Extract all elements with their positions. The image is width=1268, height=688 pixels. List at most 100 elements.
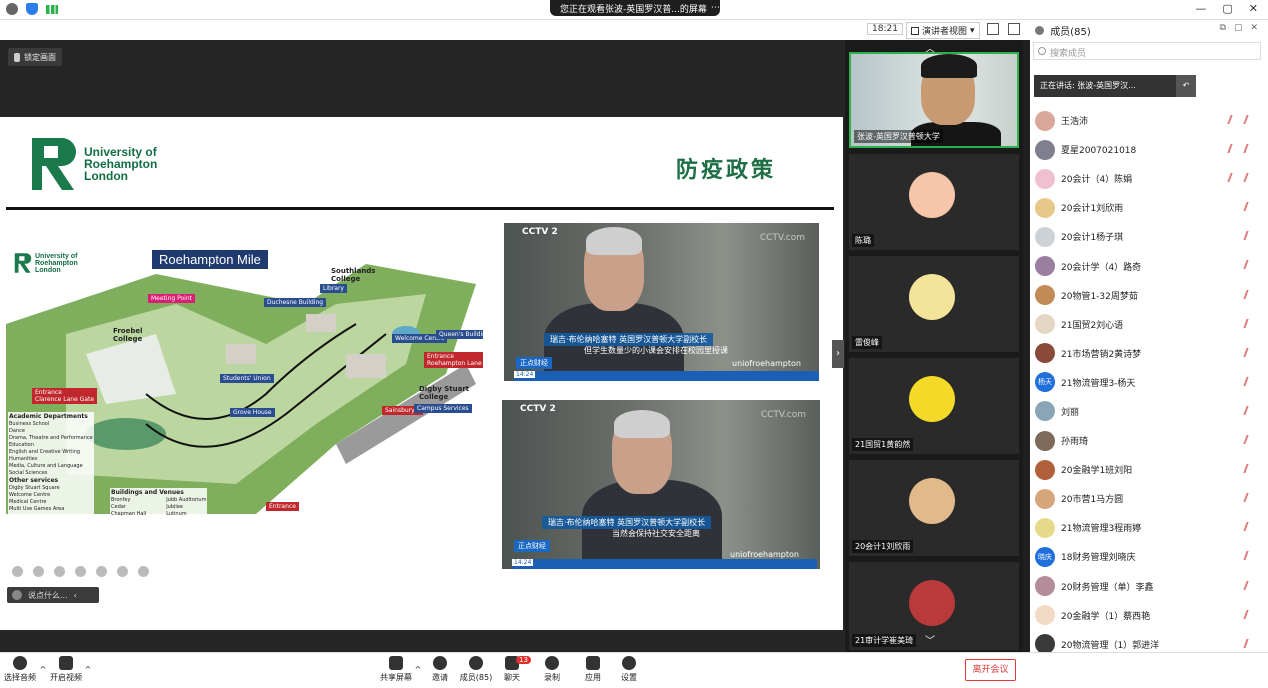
member-row[interactable]: 20市营1马方圆 <box>1030 484 1268 513</box>
chat-input[interactable]: 说点什么... ‹ <box>7 587 99 603</box>
video-muted-icon[interactable] <box>1227 173 1240 183</box>
member-row[interactable]: 20会计1刘欣雨 <box>1030 193 1268 222</box>
maximize-button[interactable]: ▢ <box>1222 2 1232 15</box>
member-row[interactable]: 20物管1-32周梦茹 <box>1030 281 1268 310</box>
video-tile-speaker[interactable]: 张波-英国罗汉普顿大学 <box>849 52 1019 148</box>
member-row[interactable]: 20金融学1班刘阳 <box>1030 455 1268 484</box>
mic-muted-icon[interactable] <box>1243 464 1256 474</box>
invite-button[interactable]: 邀请 <box>420 656 460 683</box>
back-icon[interactable]: ↶ <box>1176 75 1196 97</box>
member-search-input[interactable]: 搜索成员 <box>1033 42 1261 60</box>
pin-screen-button[interactable]: 锁定画面 <box>8 48 62 66</box>
member-row[interactable]: 王浩沛 <box>1030 106 1268 135</box>
member-row[interactable]: 21国贸2刘心语 <box>1030 310 1268 339</box>
audio-button[interactable]: 选择音频 <box>0 656 40 683</box>
screenshot-icon[interactable] <box>75 566 86 577</box>
member-row[interactable]: 杨天 21物流管理3-杨天 <box>1030 368 1268 397</box>
record-icon <box>545 656 559 670</box>
video-muted-icon[interactable] <box>1227 115 1240 124</box>
layout-icon[interactable] <box>1008 23 1020 35</box>
mic-muted-icon[interactable] <box>1243 376 1256 386</box>
video-tile[interactable]: 20会计1刘欣雨 <box>849 460 1019 556</box>
mic-muted-icon[interactable] <box>1243 580 1256 590</box>
next-icon[interactable] <box>33 566 44 577</box>
avatar: 晓庆 <box>1035 546 1055 567</box>
pen-icon[interactable] <box>54 566 65 577</box>
video-tile[interactable]: 雷俊峰 <box>849 256 1019 352</box>
panel-maximize-button[interactable]: ▢ <box>1234 23 1243 33</box>
share-screen-button[interactable]: 共享屏幕 <box>376 656 416 683</box>
network-signal-icon[interactable] <box>46 5 58 14</box>
label-campus-services: Campus Services <box>414 404 472 413</box>
popout-button[interactable]: ⧉ <box>1220 23 1226 33</box>
video-options-chevron[interactable]: ^ <box>83 665 93 674</box>
member-row[interactable]: 20会计（4）陈娟 <box>1030 164 1268 193</box>
member-row[interactable]: 21市场营销2黄诗梦 <box>1030 339 1268 368</box>
mic-muted-icon[interactable] <box>1243 638 1256 648</box>
info-icon[interactable] <box>6 3 18 15</box>
mic-muted-icon[interactable] <box>1243 115 1256 124</box>
legend-buildings-heading: Buildings and Venues <box>111 489 184 496</box>
more-icon[interactable]: ⋯ <box>711 3 720 13</box>
fullscreen-icon[interactable] <box>987 23 999 35</box>
settings-label: 设置 <box>621 673 637 682</box>
record-button[interactable]: 录制 <box>532 656 572 683</box>
chat-collapse-icon[interactable]: ‹ <box>74 591 77 600</box>
member-row[interactable]: 晓庆 18财务管理刘晓庆 <box>1030 542 1268 571</box>
avatar <box>1035 197 1055 218</box>
mic-muted-icon[interactable] <box>1243 289 1256 299</box>
member-row[interactable]: 孙雨琦 <box>1030 426 1268 455</box>
mic-muted-icon[interactable] <box>1243 231 1256 241</box>
legend-item: Medical Centre <box>9 499 47 505</box>
chat-button[interactable]: 13 聊天 <box>492 656 532 683</box>
speaking-indicator: 正在讲话: 张波-英国罗汉... ↶ <box>1034 75 1196 97</box>
view-mode-dropdown[interactable]: 演讲者视图 ▾ <box>906 22 980 39</box>
member-name: 20会计1杨子琪 <box>1061 233 1124 244</box>
member-row[interactable]: 20会计1杨子琪 <box>1030 222 1268 251</box>
apps-button[interactable]: 应用 <box>573 656 613 683</box>
emoji-icon[interactable] <box>12 590 22 600</box>
settings-button[interactable]: 设置 <box>609 656 649 683</box>
panel-close-button[interactable]: ✕ <box>1250 23 1258 33</box>
scroll-down-icon[interactable]: ﹀ <box>925 632 935 647</box>
mic-muted-icon[interactable] <box>1243 347 1256 357</box>
mic-muted-icon[interactable] <box>1243 318 1256 328</box>
member-row[interactable]: 21物流管理3程雨婷 <box>1030 513 1268 542</box>
mic-muted-icon[interactable] <box>1243 144 1256 154</box>
minimize-button[interactable]: — <box>1195 2 1206 15</box>
video-muted-icon[interactable] <box>1227 144 1240 154</box>
mic-muted-icon[interactable] <box>1243 260 1256 270</box>
video-caption-text: 当然会保持社交安全距离 <box>612 529 700 538</box>
member-row[interactable]: 20会计学（4）路奇 <box>1030 251 1268 280</box>
label-entrance-roehampton: Entrance Roehampton Lane Gate <box>424 352 483 368</box>
collapse-sidebar-button[interactable]: › <box>832 340 844 368</box>
video-tile[interactable]: 21国贸1黄韵然 <box>849 358 1019 454</box>
viewing-screen-indicator[interactable]: 您正在观看张波-英国罗汉普...的屏幕 ⋯ <box>550 0 720 16</box>
legend-academic-heading: Academic Departments <box>9 413 88 420</box>
mic-muted-icon[interactable] <box>1243 405 1256 415</box>
mic-muted-icon[interactable] <box>1243 202 1256 212</box>
mic-muted-icon[interactable] <box>1243 551 1256 561</box>
comment-icon[interactable] <box>117 566 128 577</box>
members-button[interactable]: 成员(85) <box>456 656 496 683</box>
prev-icon[interactable] <box>12 566 23 577</box>
leave-meeting-button[interactable]: 离开会议 <box>965 659 1016 681</box>
video-tile[interactable]: 陈璐 <box>849 154 1019 250</box>
more-tools-icon[interactable] <box>138 566 149 577</box>
member-row[interactable]: 夏星2007021018 <box>1030 135 1268 164</box>
mic-muted-icon[interactable] <box>1243 522 1256 532</box>
mic-muted-icon[interactable] <box>1243 173 1256 183</box>
member-row[interactable]: 刘丽 <box>1030 397 1268 426</box>
mic-muted-icon[interactable] <box>1243 609 1256 619</box>
security-shield-icon[interactable] <box>26 3 38 15</box>
member-row[interactable]: 20财务管理（单）李鑫 <box>1030 572 1268 601</box>
mic-muted-icon[interactable] <box>1243 493 1256 503</box>
avatar: 杨天 <box>1035 372 1055 393</box>
video-button[interactable]: 开启视频 <box>46 656 86 683</box>
member-row[interactable]: 20金融学（1）蔡西艳 <box>1030 601 1268 630</box>
camera-icon[interactable] <box>96 566 107 577</box>
mic-muted-icon[interactable] <box>1243 435 1256 445</box>
avatar <box>1035 168 1055 189</box>
close-button[interactable]: ✕ <box>1249 2 1258 15</box>
audio-label: 选择音频 <box>4 673 36 682</box>
